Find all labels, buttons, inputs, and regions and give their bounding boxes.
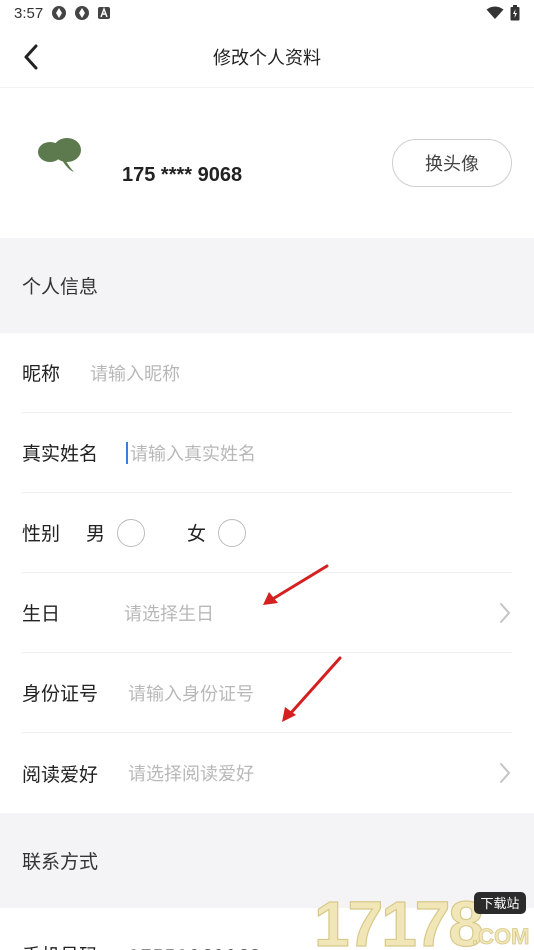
real-name-input[interactable]: 请输入真实姓名 <box>130 440 256 466</box>
app-icon <box>52 6 67 20</box>
id-number-row: 身份证号 请输入身份证号 <box>22 653 512 733</box>
profile-block: 175 **** 9068 换头像 <box>0 88 534 238</box>
reading-pref-row[interactable]: 阅读爱好 请选择阅读爱好 <box>22 733 512 813</box>
gender-radio-group: 男 女 <box>86 518 288 547</box>
real-name-label: 真实姓名 <box>22 443 99 465</box>
gender-label: 性别 <box>22 523 61 545</box>
a-icon <box>98 7 111 19</box>
personal-info-form: 昵称 请输入昵称 真实姓名 请输入真实姓名 性别 男 女 生日 请选择生日 身份… <box>0 333 534 813</box>
app-icon <box>75 6 90 20</box>
gender-female-label: 女 <box>187 523 207 545</box>
gender-male-label: 男 <box>86 523 106 545</box>
masked-phone-number: 175 **** 9068 <box>122 163 243 186</box>
back-button[interactable] <box>16 42 46 72</box>
avatar[interactable] <box>34 130 86 182</box>
nav-bar: 修改个人资料 <box>0 26 534 88</box>
status-bar: 3:57 <box>0 0 534 26</box>
battery-icon <box>510 5 520 21</box>
birthday-row[interactable]: 生日 请选择生日 <box>22 573 512 653</box>
id-number-input[interactable]: 请输入身份证号 <box>128 680 254 706</box>
nickname-label: 昵称 <box>22 363 61 385</box>
reading-pref-label: 阅读爱好 <box>22 763 99 786</box>
section-title: 联系方式 <box>22 851 99 873</box>
status-time: 3:57 <box>14 4 44 22</box>
nickname-input[interactable]: 请输入昵称 <box>90 360 180 386</box>
change-avatar-button[interactable]: 换头像 <box>392 139 512 187</box>
reading-pref-picker[interactable]: 请选择阅读爱好 <box>128 760 254 786</box>
svg-text:17178: 17178 <box>314 888 482 950</box>
gender-male-radio[interactable] <box>117 518 146 547</box>
real-name-row: 真实姓名 请输入真实姓名 <box>22 413 512 493</box>
svg-text:下载站: 下载站 <box>480 897 519 912</box>
gender-row: 性别 男 女 <box>22 493 512 573</box>
chevron-right-icon <box>500 763 511 783</box>
phone-label: 手机号码 <box>22 941 98 950</box>
chevron-right-icon <box>500 602 511 623</box>
phone-value: 17551969068 <box>128 946 261 950</box>
text-cursor <box>126 441 129 464</box>
gender-female-radio[interactable] <box>218 518 247 547</box>
watermark-logo: 17178 下载站 .COM <box>313 888 529 950</box>
nickname-row: 昵称 请输入昵称 <box>22 333 512 413</box>
id-number-label: 身份证号 <box>22 683 99 705</box>
section-title: 个人信息 <box>22 276 99 298</box>
birthday-label: 生日 <box>22 603 61 625</box>
wifi-icon <box>486 6 504 19</box>
gender-option-male[interactable]: 男 <box>86 518 146 547</box>
birthday-picker[interactable]: 请选择生日 <box>124 600 214 626</box>
gender-option-female[interactable]: 女 <box>187 518 247 547</box>
page-title: 修改个人资料 <box>213 47 321 69</box>
chevron-left-icon <box>24 44 38 70</box>
section-header-personal-info: 个人信息 <box>0 238 534 333</box>
svg-text:.COM: .COM <box>472 924 529 949</box>
